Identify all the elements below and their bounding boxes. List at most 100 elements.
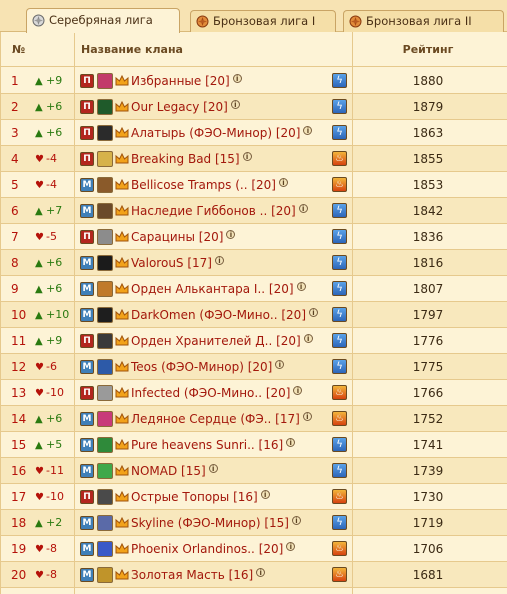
info-icon[interactable]: i (279, 178, 288, 187)
rank-change: ▲ +6 (35, 120, 71, 147)
clan-emblem-icon[interactable] (97, 151, 113, 167)
clan-name-link[interactable]: NOMAD [15] i (131, 458, 218, 484)
clan-name-link[interactable]: Bellicose Tramps (.. [20] i (131, 172, 288, 198)
rank-change-value: -8 (46, 568, 57, 581)
info-icon[interactable]: i (275, 360, 285, 369)
clan-emblem-icon[interactable] (97, 515, 113, 531)
table-row[interactable]: 9 ▲ +6 М Орден Алькантара I.. [20] i ϟ 1807 (1, 276, 507, 302)
clan-emblem-icon[interactable] (97, 229, 113, 245)
clan-emblem-icon[interactable] (97, 255, 113, 271)
table-row[interactable]: 13 ♥ -10 П Infected (ФЭО-Мино.. [20] i ♨ 1766 (1, 380, 507, 406)
info-icon[interactable]: i (286, 542, 296, 551)
clan-name-link[interactable]: Наследие Гиббонов .. [20] i (131, 198, 308, 224)
table-row[interactable]: 19 ♥ -8 М Phoenix Orlandinos.. [20] i ♨ 1706 (1, 536, 507, 562)
clan-name-link[interactable]: Избранные [20] i (131, 68, 242, 94)
league-rating-window: Серебряная лига Бронзовая лига I Бронзов… (0, 0, 507, 594)
clan-emblem-icon[interactable] (97, 411, 113, 427)
info-icon[interactable]: i (296, 282, 306, 291)
clan-emblem-icon[interactable] (97, 125, 113, 141)
table-row[interactable]: 7 ♥ -5 П Сарацины [20] i ϟ 1836 (1, 224, 507, 250)
table-row[interactable]: 10 ▲ +10 М DarkOmen (ФЭО-Мино.. [20] i ϟ 1797 (1, 302, 507, 328)
info-icon[interactable]: i (256, 568, 266, 577)
clan-type-badge: М (80, 464, 94, 478)
heart-down-icon: ♥ (35, 492, 44, 503)
clan-emblem-icon[interactable] (97, 307, 113, 323)
clan-type-badge: М (80, 256, 94, 270)
info-icon[interactable]: i (226, 230, 236, 239)
table-row[interactable]: 14 ▲ +6 М Ледяное Сердце (ФЭ.. [17] i ♨ 1752 (1, 406, 507, 432)
table-row[interactable]: 3 ▲ +6 П Алатырь (ФЭО-Минор) [20] i ϟ 1863 (1, 120, 507, 146)
tab-label: Бронзовая лига II (366, 14, 472, 28)
rank-number: 9 (11, 282, 19, 296)
clan-name-link[interactable]: Infected (ФЭО-Мино.. [20] i (131, 380, 303, 406)
info-icon[interactable]: i (309, 308, 318, 317)
info-icon[interactable]: i (230, 100, 240, 109)
clan-emblem-icon[interactable] (97, 73, 113, 89)
table-row[interactable]: 2 ▲ +6 П Our Legacy [20] i ϟ 1879 (1, 94, 507, 120)
clan-name-link[interactable]: Орден Алькантара I.. [20] i (131, 276, 306, 302)
arrow-up-icon: ▲ (35, 336, 43, 347)
clan-emblem-icon[interactable] (97, 99, 113, 115)
clan-emblem-icon[interactable] (97, 541, 113, 557)
column-name-header[interactable]: Название клана (81, 43, 183, 56)
table-row[interactable]: 8 ▲ +6 М ValorouS [17] i ϟ 1816 (1, 250, 507, 276)
crown-icon (115, 204, 129, 216)
clan-emblem-icon[interactable] (97, 385, 113, 401)
clan-emblem-icon[interactable] (97, 177, 113, 193)
info-icon[interactable]: i (260, 490, 270, 499)
clan-name-link[interactable]: Сарацины [20] i (131, 224, 236, 250)
clan-emblem-icon[interactable] (97, 281, 113, 297)
table-row[interactable]: 6 ▲ +7 М Наследие Гиббонов .. [20] i ϟ 1842 (1, 198, 507, 224)
clan-name-link[interactable]: Phoenix Orlandinos.. [20] i (131, 536, 296, 562)
rank-change: ▲ +10 (35, 302, 71, 329)
clan-name-link[interactable]: Our Legacy [20] i (131, 94, 240, 120)
column-number-header: № (12, 43, 26, 56)
info-icon[interactable]: i (293, 386, 303, 395)
table-row[interactable]: 18 ▲ +2 М Skyline (ФЭО-Минор) [15] i ϟ 1719 (1, 510, 507, 536)
table-row[interactable]: 15 ▲ +5 М Pure heavens Sunri.. [16] i ϟ 1741 (1, 432, 507, 458)
clan-emblem-icon[interactable] (97, 437, 113, 453)
info-icon[interactable]: i (303, 126, 313, 135)
clan-emblem-icon[interactable] (97, 567, 113, 583)
table-row[interactable]: 17 ♥ -10 П Острые Топоры [16] i ♨ 1730 (1, 484, 507, 510)
clan-name-link[interactable]: ValorouS [17] i (131, 250, 224, 276)
clan-emblem-icon[interactable] (97, 463, 113, 479)
clan-name-link[interactable]: Ледяное Сердце (ФЭ.. [17] i (131, 406, 312, 432)
tab-bronze-league-1[interactable]: Бронзовая лига I (190, 10, 336, 32)
clan-name-link[interactable]: Алатырь (ФЭО-Минор) [20] i (131, 120, 313, 146)
table-row[interactable]: 16 ♥ -11 М NOMAD [15] i ϟ 1739 (1, 458, 507, 484)
clan-emblem-icon[interactable] (97, 489, 113, 505)
info-icon[interactable]: i (302, 412, 312, 421)
info-icon[interactable]: i (242, 152, 252, 161)
tab-silver-league[interactable]: Серебряная лига (26, 8, 180, 33)
clan-emblem-icon[interactable] (97, 203, 113, 219)
clan-name-link[interactable]: Pure heavens Sunri.. [16] i (131, 432, 296, 458)
clan-name-link[interactable]: DarkOmen (ФЭО-Мино.. [20] i (131, 302, 318, 328)
tab-bronze-league-2[interactable]: Бронзовая лига II (343, 10, 504, 32)
info-icon[interactable]: i (286, 438, 296, 447)
clan-emblem-icon[interactable] (97, 359, 113, 375)
table-row[interactable]: 11 ▲ +9 П Орден Хранителей Д.. [20] i ϟ 1776 (1, 328, 507, 354)
rank-number: 6 (11, 204, 19, 218)
info-icon[interactable]: i (291, 516, 301, 525)
clan-name-link[interactable]: Skyline (ФЭО-Минор) [15] i (131, 510, 301, 536)
info-icon[interactable]: i (303, 334, 313, 343)
clan-name-link[interactable]: Золотая Масть [16] i (131, 562, 266, 588)
rank-change: ▲ +7 (35, 198, 71, 225)
clan-name-link[interactable]: Breaking Bad [15] i (131, 146, 252, 172)
info-icon[interactable]: i (215, 256, 224, 265)
clan-name-link[interactable]: Острые Топоры [16] i (131, 484, 270, 510)
table-row[interactable]: 20 ♥ -8 М Золотая Масть [16] i ♨ 1681 (1, 562, 507, 588)
clan-name-link[interactable]: Орден Хранителей Д.. [20] i (131, 328, 313, 354)
info-icon[interactable]: i (208, 464, 218, 473)
column-rating-header[interactable]: Рейтинг (353, 43, 503, 56)
table-row[interactable]: 4 ♥ -4 П Breaking Bad [15] i ♨ 1855 (1, 146, 507, 172)
clan-name-link[interactable]: Teos (ФЭО-Минор) [20] i (131, 354, 285, 380)
info-icon[interactable]: i (232, 74, 242, 83)
clan-emblem-icon[interactable] (97, 333, 113, 349)
info-icon[interactable]: i (298, 204, 308, 213)
table-row[interactable]: 12 ♥ -6 М Teos (ФЭО-Минор) [20] i ϟ 1775 (1, 354, 507, 380)
heart-down-icon: ♥ (35, 388, 44, 399)
table-row[interactable]: 5 ♥ -4 М Bellicose Tramps (.. [20] i ♨ 1853 (1, 172, 507, 198)
table-row[interactable]: 1 ▲ +9 П Избранные [20] i ϟ 1880 (1, 68, 507, 94)
